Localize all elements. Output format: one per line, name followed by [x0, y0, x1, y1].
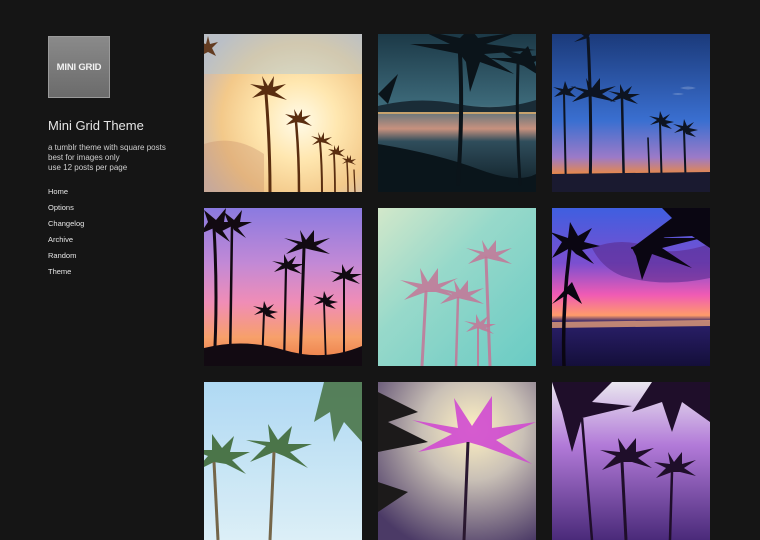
nav-menu: Home Options Changelog Archive Random Th… [48, 187, 188, 283]
nav-link-options[interactable]: Options [48, 203, 188, 219]
site-description: a tumblr theme with square posts best fo… [48, 143, 188, 173]
nav-link-archive[interactable]: Archive [48, 235, 188, 251]
nav-link-random[interactable]: Random [48, 251, 188, 267]
description-line: a tumblr theme with square posts [48, 143, 166, 152]
nav-link-theme[interactable]: Theme [48, 267, 188, 283]
photo-palm-ocean-sunset[interactable] [552, 208, 710, 366]
photo-palm-blue-sunset[interactable] [552, 34, 710, 192]
sidebar: MINI GRID Mini Grid Theme a tumblr theme… [48, 36, 188, 283]
site-title[interactable]: Mini Grid Theme [48, 118, 188, 133]
photo-palm-pink-sunset[interactable] [204, 208, 362, 366]
nav-link-home[interactable]: Home [48, 187, 188, 203]
logo[interactable]: MINI GRID [48, 36, 110, 98]
description-line: use 12 posts per page [48, 163, 128, 172]
logo-text: MINI GRID [56, 61, 102, 73]
photo-palm-teal-haze[interactable] [378, 208, 536, 366]
photo-palm-sunburst[interactable] [204, 34, 362, 192]
nav-link-changelog[interactable]: Changelog [48, 219, 188, 235]
photo-palm-beach-night[interactable] [378, 34, 536, 192]
description-line: best for images only [48, 153, 120, 162]
photo-palm-sky-blue[interactable] [204, 382, 362, 540]
photo-palm-purple-frond[interactable] [378, 382, 536, 540]
photo-palm-purple-dusk[interactable] [552, 382, 710, 540]
